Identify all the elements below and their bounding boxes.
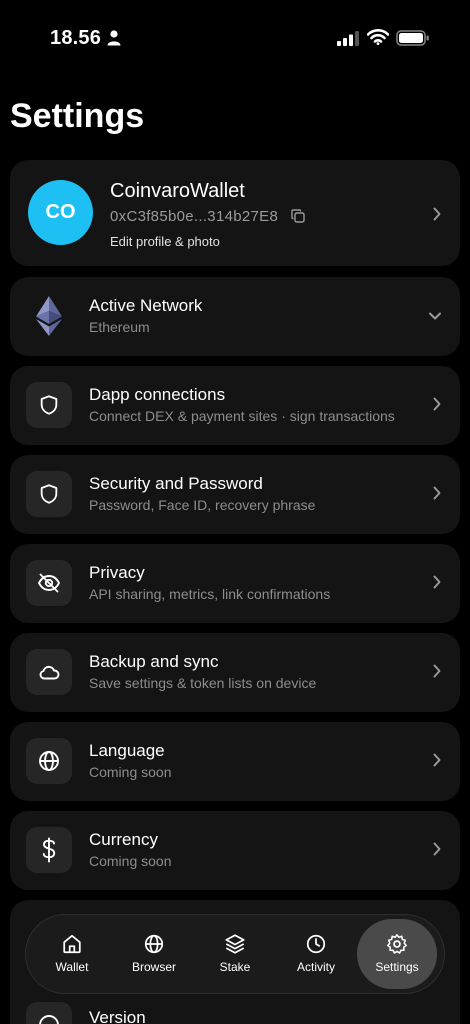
nav-label: Activity: [296, 960, 335, 974]
globe-icon: [144, 934, 164, 954]
settings-item-subtitle: Coming soon: [89, 853, 172, 869]
bottom-nav: Wallet Browser Stake Activity Settings: [25, 914, 445, 994]
cloud-icon: [39, 665, 60, 680]
ethereum-icon: [36, 296, 62, 336]
settings-item-security[interactable]: Security and Password Password, Face ID,…: [10, 455, 460, 534]
settings-item-subtitle: API sharing, metrics, link confirmations: [89, 586, 331, 602]
wifi-icon: [367, 29, 389, 45]
layers-icon: [225, 934, 245, 954]
settings-item-title: Security and Password: [89, 474, 263, 493]
avatar: CO: [28, 180, 93, 245]
settings-item-active-network[interactable]: Active Network Ethereum: [10, 277, 460, 356]
nav-activity[interactable]: Activity: [276, 919, 356, 989]
settings-item-title: Version: [89, 1008, 146, 1024]
nav-settings[interactable]: Settings: [357, 919, 437, 989]
clock-icon: [306, 934, 326, 954]
person-icon: [107, 30, 121, 46]
icon-box: [26, 827, 72, 873]
nav-label: Browser: [131, 960, 176, 974]
icon-box: [26, 738, 72, 784]
chevron-right-icon: [433, 397, 441, 411]
settings-item-subtitle: Connect DEX & payment sites · sign trans…: [89, 408, 395, 424]
settings-item-subtitle: Ethereum: [89, 319, 150, 335]
copy-icon[interactable]: [291, 209, 305, 223]
icon-box: [26, 471, 72, 517]
settings-item-subtitle: Password, Face ID, recovery phrase: [89, 497, 316, 513]
settings-item-currency[interactable]: Currency Coming soon: [10, 811, 460, 890]
settings-item-subtitle: Save settings & token lists on device: [89, 675, 317, 691]
chevron-down-icon: [429, 312, 441, 320]
profile-card[interactable]: CO CoinvaroWallet 0xC3f85b0e...314b27E8 …: [10, 160, 460, 266]
battery-icon: [396, 30, 429, 46]
icon-box: [26, 1002, 72, 1024]
settings-item-title: Active Network: [89, 296, 203, 315]
wallet-address: 0xC3f85b0e...314b27E8: [110, 208, 279, 225]
settings-item-privacy[interactable]: Privacy API sharing, metrics, link confi…: [10, 544, 460, 623]
chevron-right-icon: [433, 207, 441, 221]
shield-icon: [40, 484, 58, 504]
settings-item-title: Dapp connections: [89, 385, 226, 404]
chevron-right-icon: [433, 664, 441, 678]
settings-item-language[interactable]: Language Coming soon: [10, 722, 460, 801]
chevron-right-icon: [433, 575, 441, 589]
chevron-right-icon: [433, 753, 441, 767]
shield-icon: [40, 395, 58, 415]
profile-name: CoinvaroWallet: [110, 180, 245, 202]
page-title: Settings: [10, 97, 145, 135]
edit-profile-link[interactable]: Edit profile & photo: [110, 234, 220, 249]
settings-item-subtitle: Coming soon: [89, 764, 172, 780]
icon-box: [26, 382, 72, 428]
settings-item-title: Currency: [89, 830, 158, 849]
cellular-signal-icon: [337, 31, 359, 46]
chevron-right-icon: [433, 486, 441, 500]
settings-item-title: Privacy: [89, 563, 145, 582]
icon-box: [26, 649, 72, 695]
nav-label: Settings: [375, 960, 419, 974]
home-icon: [63, 934, 81, 954]
status-time: 18.56: [50, 27, 102, 49]
info-icon: [39, 1015, 59, 1024]
nav-browser[interactable]: Browser: [114, 919, 194, 989]
status-bar: 18.56: [0, 0, 470, 70]
nav-stake[interactable]: Stake: [195, 919, 275, 989]
dollar-icon: [42, 837, 56, 863]
settings-item-dapp-connections[interactable]: Dapp connections Connect DEX & payment s…: [10, 366, 460, 445]
settings-item-title: Backup and sync: [89, 652, 219, 671]
nav-wallet[interactable]: Wallet: [32, 919, 112, 989]
globe-icon: [39, 751, 59, 771]
settings-item-backup-sync[interactable]: Backup and sync Save settings & token li…: [10, 633, 460, 712]
settings-item-title: Language: [89, 741, 165, 760]
nav-label: Wallet: [55, 960, 89, 974]
eye-off-icon: [37, 573, 61, 593]
icon-box: [26, 560, 72, 606]
nav-label: Stake: [219, 960, 251, 974]
chevron-right-icon: [433, 842, 441, 856]
gear-icon: [387, 934, 407, 954]
